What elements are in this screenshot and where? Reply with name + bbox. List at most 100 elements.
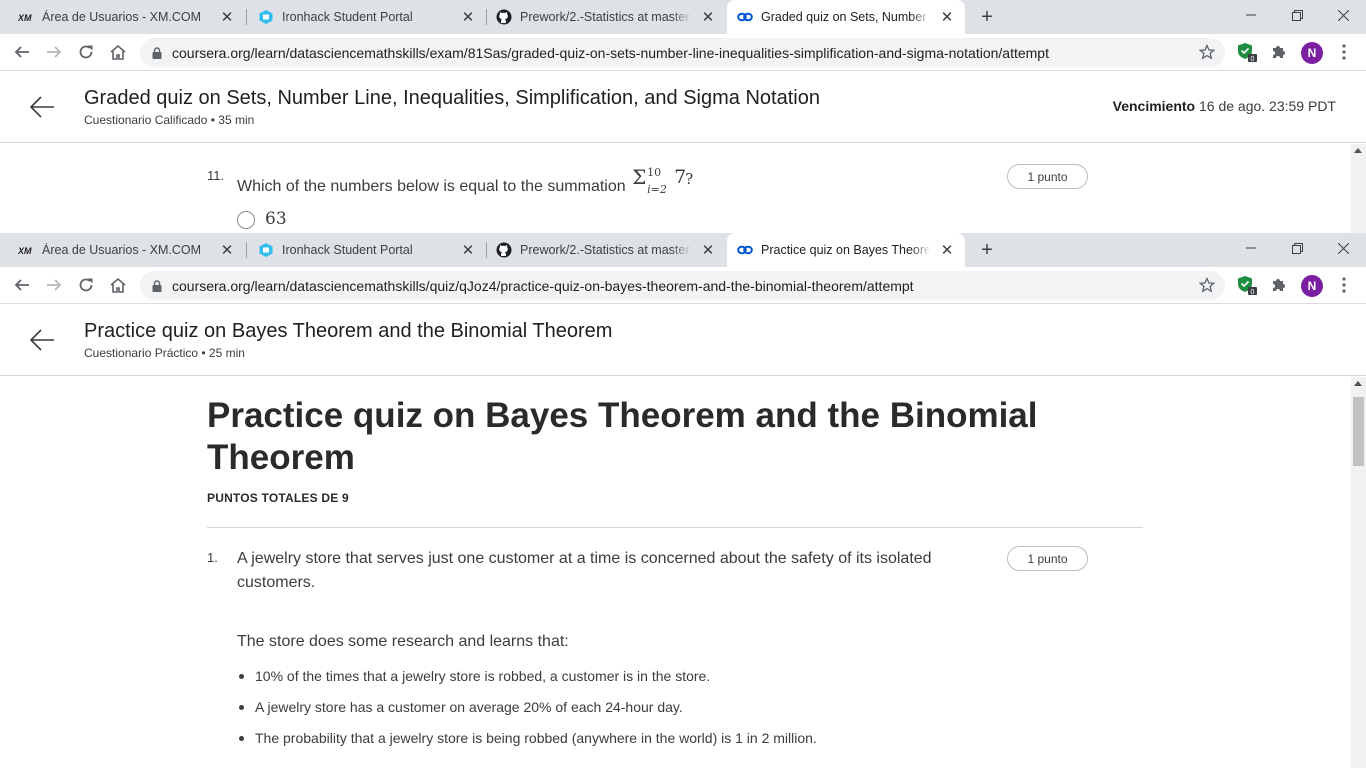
browser-toolbar: coursera.org/learn/datasciencemathskills… xyxy=(0,267,1366,304)
restore-icon[interactable] xyxy=(1274,0,1320,30)
back-arrow-icon[interactable] xyxy=(29,94,55,120)
shield-extension-icon[interactable]: 0 xyxy=(1236,41,1258,63)
menu-kebab-icon[interactable] xyxy=(1334,41,1354,63)
close-tab-icon[interactable]: ✕ xyxy=(458,7,478,27)
back-icon[interactable] xyxy=(10,40,34,64)
tab-strip: XM Área de Usuarios - XM.COM ✕ Ironhack … xyxy=(0,233,1366,267)
close-window-icon[interactable] xyxy=(1320,233,1366,263)
svg-text:XM: XM xyxy=(18,246,32,255)
quiz-header: Practice quiz on Bayes Theorem and the B… xyxy=(0,304,1366,376)
tab-xm[interactable]: XM Área de Usuarios - XM.COM ✕ xyxy=(0,0,245,34)
url-text: coursera.org/learn/datasciencemathskills… xyxy=(172,44,1049,61)
quiz-header: Graded quiz on Sets, Number Line, Inequa… xyxy=(0,71,1366,143)
forward-icon[interactable] xyxy=(42,273,66,297)
page-title: Graded quiz on Sets, Number Line, Inequa… xyxy=(84,87,820,109)
tab-ironhack[interactable]: Ironhack Student Portal ✕ xyxy=(240,0,486,34)
tab-title: Prework/2.-Statistics at master · N xyxy=(520,10,692,24)
shield-extension-icon[interactable]: 0 xyxy=(1236,274,1258,296)
extensions-puzzle-icon[interactable] xyxy=(1268,41,1290,63)
question-number: 11. xyxy=(207,168,225,183)
points-badge: 1 punto xyxy=(1007,164,1088,189)
list-item: 10% of the times that a jewelry store is… xyxy=(239,666,817,697)
answer-label: 63 xyxy=(265,209,287,229)
lock-icon[interactable] xyxy=(152,46,162,59)
coursera-logo-icon xyxy=(737,242,753,258)
tab-github[interactable]: Prework/2.-Statistics at master · N ✕ xyxy=(478,0,726,34)
page-subtitle: Cuestionario Práctico • 25 min xyxy=(84,346,245,360)
coursera-logo-icon xyxy=(737,9,753,25)
close-tab-icon[interactable]: ✕ xyxy=(217,7,237,27)
sigma-expression: Σ 10 i=2 7 ? xyxy=(632,165,694,196)
reload-icon[interactable] xyxy=(74,273,98,297)
ironhack-logo-icon xyxy=(258,9,274,25)
scrollbar[interactable] xyxy=(1351,377,1366,768)
page-subtitle: Cuestionario Calificado • 35 min xyxy=(84,113,255,127)
address-bar[interactable]: coursera.org/learn/datasciencemathskills… xyxy=(140,271,1225,300)
svg-text:0: 0 xyxy=(1251,56,1255,63)
lock-icon[interactable] xyxy=(152,279,162,292)
quiz-heading: Practice quiz on Bayes Theorem and the B… xyxy=(207,396,1038,477)
research-intro: The store does some research and learns … xyxy=(237,633,569,650)
list-item: The probability that a jewelry store is … xyxy=(239,728,817,759)
github-logo-icon xyxy=(496,9,512,25)
svg-text:XM: XM xyxy=(18,13,32,22)
reload-icon[interactable] xyxy=(74,40,98,64)
bookmark-star-icon[interactable] xyxy=(1199,44,1215,60)
url-text: coursera.org/learn/datasciencemathskills… xyxy=(172,277,914,294)
tab-title: Practice quiz on Bayes Theorem a xyxy=(761,243,931,257)
back-arrow-icon[interactable] xyxy=(29,327,55,353)
scrollbar-thumb[interactable] xyxy=(1353,397,1364,466)
tab-graded-quiz[interactable]: Graded quiz on Sets, Number Lin ✕ xyxy=(727,0,965,34)
new-tab-icon[interactable]: + xyxy=(975,5,999,29)
total-points: PUNTOS TOTALES DE 9 xyxy=(207,491,349,505)
tab-title: Ironhack Student Portal xyxy=(282,10,413,24)
github-logo-icon xyxy=(496,242,512,258)
address-bar[interactable]: coursera.org/learn/datasciencemathskills… xyxy=(140,38,1225,67)
browser-window-practice: XM Área de Usuarios - XM.COM ✕ Ironhack … xyxy=(0,233,1366,768)
close-tab-icon[interactable]: ✕ xyxy=(698,7,718,27)
tab-strip: XM Área de Usuarios - XM.COM ✕ Ironhack … xyxy=(0,0,1366,34)
scroll-up-icon[interactable] xyxy=(1354,381,1362,386)
close-tab-icon[interactable]: ✕ xyxy=(217,240,237,260)
points-badge: 1 punto xyxy=(1007,546,1088,571)
close-tab-icon[interactable]: ✕ xyxy=(937,7,957,27)
quiz-content: 11. Which of the numbers below is equal … xyxy=(0,144,1366,233)
close-window-icon[interactable] xyxy=(1320,0,1366,30)
tab-xm[interactable]: XM Área de Usuarios - XM.COM ✕ xyxy=(0,233,245,267)
close-tab-icon[interactable]: ✕ xyxy=(937,240,957,260)
quiz-content: Practice quiz on Bayes Theorem and the B… xyxy=(0,377,1366,768)
divider xyxy=(207,527,1143,528)
home-icon[interactable] xyxy=(106,273,130,297)
xm-logo-icon: XM xyxy=(18,9,34,25)
bookmark-star-icon[interactable] xyxy=(1199,277,1215,293)
tab-practice-quiz[interactable]: Practice quiz on Bayes Theorem a ✕ xyxy=(727,233,965,267)
question-text: Which of the numbers below is equal to t… xyxy=(237,165,694,196)
tab-title: Ironhack Student Portal xyxy=(282,243,413,257)
page-title: Practice quiz on Bayes Theorem and the B… xyxy=(84,320,613,342)
due-date: Vencimiento 16 de ago. 23:59 PDT xyxy=(1112,98,1336,114)
profile-avatar[interactable]: N xyxy=(1301,42,1323,64)
menu-kebab-icon[interactable] xyxy=(1334,274,1354,296)
answer-radio[interactable] xyxy=(237,211,255,229)
tab-title: Área de Usuarios - XM.COM xyxy=(42,10,202,24)
close-tab-icon[interactable]: ✕ xyxy=(698,240,718,260)
minimize-icon[interactable] xyxy=(1228,233,1274,263)
minimize-icon[interactable] xyxy=(1228,0,1274,30)
question-number: 1. xyxy=(207,550,218,565)
restore-icon[interactable] xyxy=(1274,233,1320,263)
new-tab-icon[interactable]: + xyxy=(975,238,999,262)
scrollbar[interactable] xyxy=(1351,144,1366,233)
tab-title: Graded quiz on Sets, Number Lin xyxy=(761,10,931,24)
tab-title: Prework/2.-Statistics at master · N xyxy=(520,243,692,257)
scroll-up-icon[interactable] xyxy=(1354,148,1362,153)
tab-github[interactable]: Prework/2.-Statistics at master · N ✕ xyxy=(478,233,726,267)
tab-title: Área de Usuarios - XM.COM xyxy=(42,243,202,257)
back-icon[interactable] xyxy=(10,273,34,297)
close-tab-icon[interactable]: ✕ xyxy=(458,240,478,260)
question-text: A jewelry store that serves just one cus… xyxy=(237,550,932,591)
forward-icon[interactable] xyxy=(42,40,66,64)
extensions-puzzle-icon[interactable] xyxy=(1268,274,1290,296)
home-icon[interactable] xyxy=(106,40,130,64)
profile-avatar[interactable]: N xyxy=(1301,275,1323,297)
tab-ironhack[interactable]: Ironhack Student Portal ✕ xyxy=(240,233,486,267)
